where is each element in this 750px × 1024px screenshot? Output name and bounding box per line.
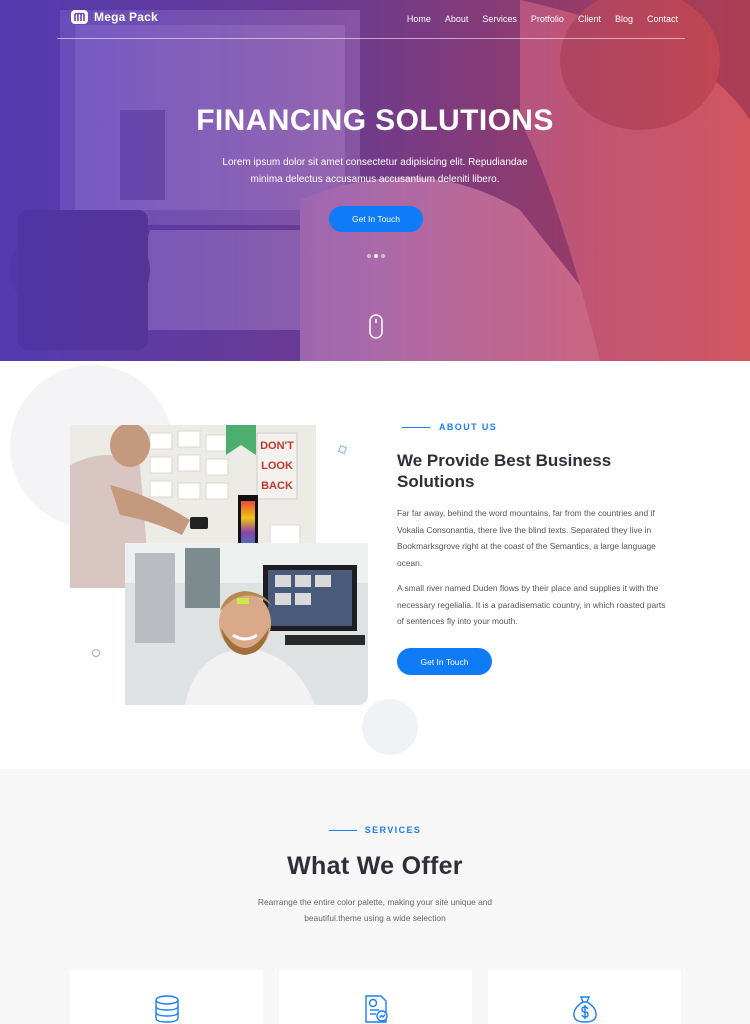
about-kicker: ABOUT US xyxy=(402,422,497,432)
document-chart-icon xyxy=(365,995,388,1023)
nav-item-client[interactable]: Client xyxy=(571,14,608,24)
smiling-man-illustration xyxy=(125,543,368,705)
about-photo-smiling-man xyxy=(125,543,368,705)
about-kicker-text: ABOUT US xyxy=(439,422,498,432)
about-get-in-touch-button[interactable]: Get In Touch xyxy=(397,648,492,675)
slider-dot-1[interactable] xyxy=(367,254,371,258)
kicker-line xyxy=(402,426,430,428)
hero-subtitle: Lorem ipsum dolor sit amet consectetur a… xyxy=(222,157,528,185)
nav-menu: Home About Services Protfolio Client Blo… xyxy=(400,14,685,24)
slider-dot-2[interactable] xyxy=(374,254,378,258)
decorative-square xyxy=(338,445,347,454)
nav-item-home[interactable]: Home xyxy=(400,14,438,24)
hero-section: Mega Pack Home About Services Protfolio … xyxy=(0,0,750,361)
database-icon xyxy=(155,995,179,1023)
hero-title: FINANCING SOLUTIONS xyxy=(196,104,554,137)
services-kicker: SERVICES xyxy=(0,825,750,835)
about-title: We Provide Best Business Solutions xyxy=(397,451,612,491)
svg-text:DON'T: DON'T xyxy=(260,440,294,452)
service-card-3[interactable] xyxy=(488,970,681,1024)
money-bag-icon xyxy=(573,996,597,1023)
svg-text:LOOK: LOOK xyxy=(261,460,293,472)
services-kicker-text: SERVICES xyxy=(364,825,422,835)
nav-item-contact[interactable]: Contact xyxy=(640,14,685,24)
kicker-line xyxy=(328,829,357,831)
services-description: Rearrange the entire color palette, maki… xyxy=(257,897,493,923)
slider-dots xyxy=(367,254,385,258)
decorative-ring xyxy=(92,649,100,657)
services-title: What We Offer xyxy=(287,852,463,880)
svg-text:BACK: BACK xyxy=(261,480,293,492)
slider-dot-3[interactable] xyxy=(381,254,385,258)
services-section: SERVICES What We Offer Rearrange the ent… xyxy=(0,769,750,1024)
nav-item-blog[interactable]: Blog xyxy=(608,14,640,24)
nav-item-about[interactable]: About xyxy=(438,14,476,24)
decorative-circle-small xyxy=(362,699,418,755)
about-section: DON'T LOOK BACK ABOUT US We Provide Best… xyxy=(0,361,750,769)
scroll-mouse-icon[interactable] xyxy=(369,314,383,339)
top-navigation: Mega Pack Home About Services Protfolio … xyxy=(57,0,685,39)
brand-logo-icon xyxy=(71,10,88,24)
about-paragraph-2: A small river named Duden flows by their… xyxy=(397,583,666,626)
hero-get-in-touch-button[interactable]: Get In Touch xyxy=(329,206,423,232)
service-card-2[interactable] xyxy=(279,970,472,1024)
brand[interactable]: Mega Pack xyxy=(71,10,158,24)
brand-name: Mega Pack xyxy=(94,10,158,24)
about-paragraph-1: Far far away, behind the word mountains,… xyxy=(397,508,656,568)
nav-item-services[interactable]: Services xyxy=(475,14,524,24)
nav-item-portfolio[interactable]: Protfolio xyxy=(524,14,571,24)
service-card-1[interactable] xyxy=(70,970,263,1024)
